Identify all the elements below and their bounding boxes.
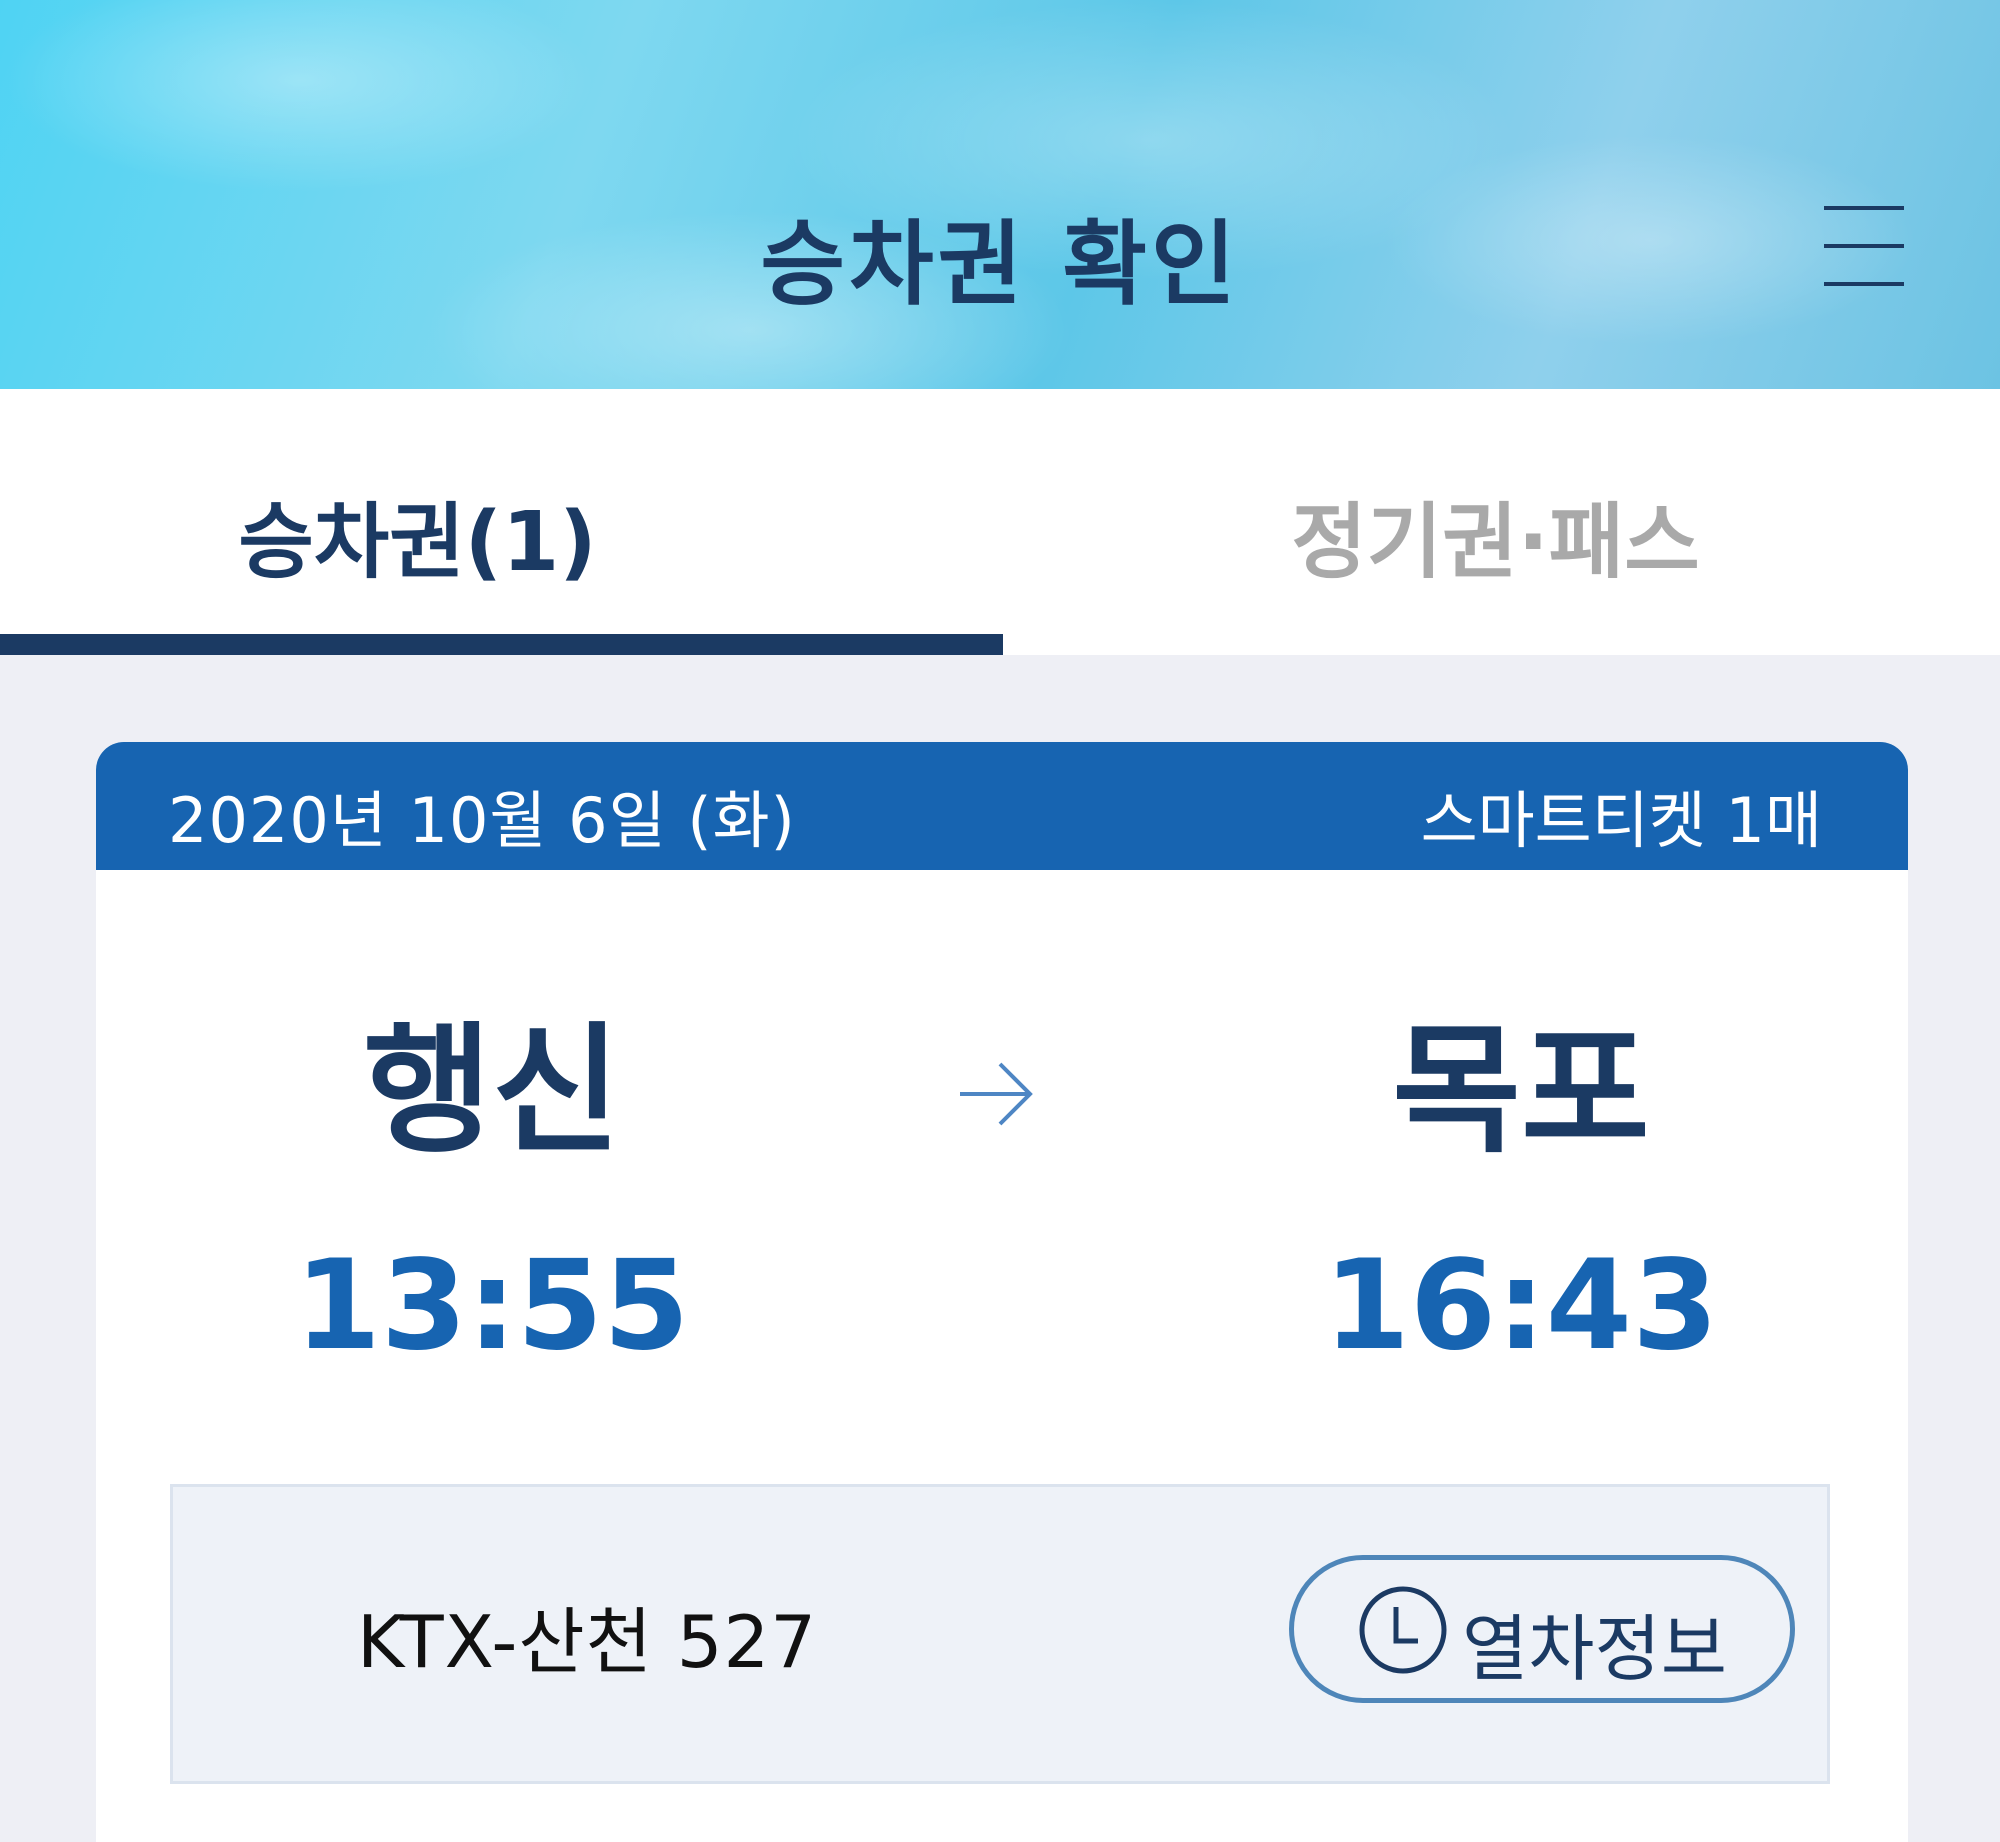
travel-date: 2020년 10월 6일 (화): [168, 784, 796, 857]
train-info-box: KTX-산천 527 열차정보: [170, 1484, 1830, 1784]
departure-time: 13:55: [294, 1234, 690, 1378]
page-title: 승차권 확인: [760, 211, 1240, 318]
departure-station-name: 행신: [363, 1010, 621, 1173]
menu-button[interactable]: [1822, 202, 1908, 288]
train-info-label: 열차정보: [1462, 1607, 1727, 1691]
arrival-station-name: 목포: [1392, 1010, 1650, 1173]
arrival-time: 16:43: [1323, 1234, 1719, 1378]
header-banner: 승차권 확인: [0, 0, 2000, 389]
active-tab-indicator: [0, 634, 1003, 655]
hamburger-menu-icon: [1824, 206, 1904, 286]
ticket-count: 스마트티켓 1매: [1420, 784, 1822, 857]
ticket-card[interactable]: 2020년 10월 6일 (화) 스마트티켓 1매 행신 13:55 목포 16…: [96, 742, 1908, 1842]
tab-passes-label: 정기권·패스: [1291, 495, 1700, 590]
tab-tickets[interactable]: 승차권(1): [0, 389, 1003, 655]
train-name: KTX-산천 527: [357, 1600, 818, 1684]
tab-passes[interactable]: 정기권·패스: [1003, 389, 2000, 655]
arrival-station: 목포 16:43: [1271, 1010, 1771, 1378]
ticket-card-header: 2020년 10월 6일 (화) 스마트티켓 1매: [96, 742, 1908, 870]
tab-bar: 승차권(1) 정기권·패스: [0, 389, 2000, 655]
arrow-right-icon: [960, 1062, 1033, 1126]
departure-station: 행신 13:55: [242, 1010, 742, 1378]
clock-icon: [1359, 1586, 1447, 1674]
train-info-button[interactable]: 열차정보: [1289, 1555, 1795, 1703]
tab-tickets-label: 승차권(1): [238, 495, 597, 590]
